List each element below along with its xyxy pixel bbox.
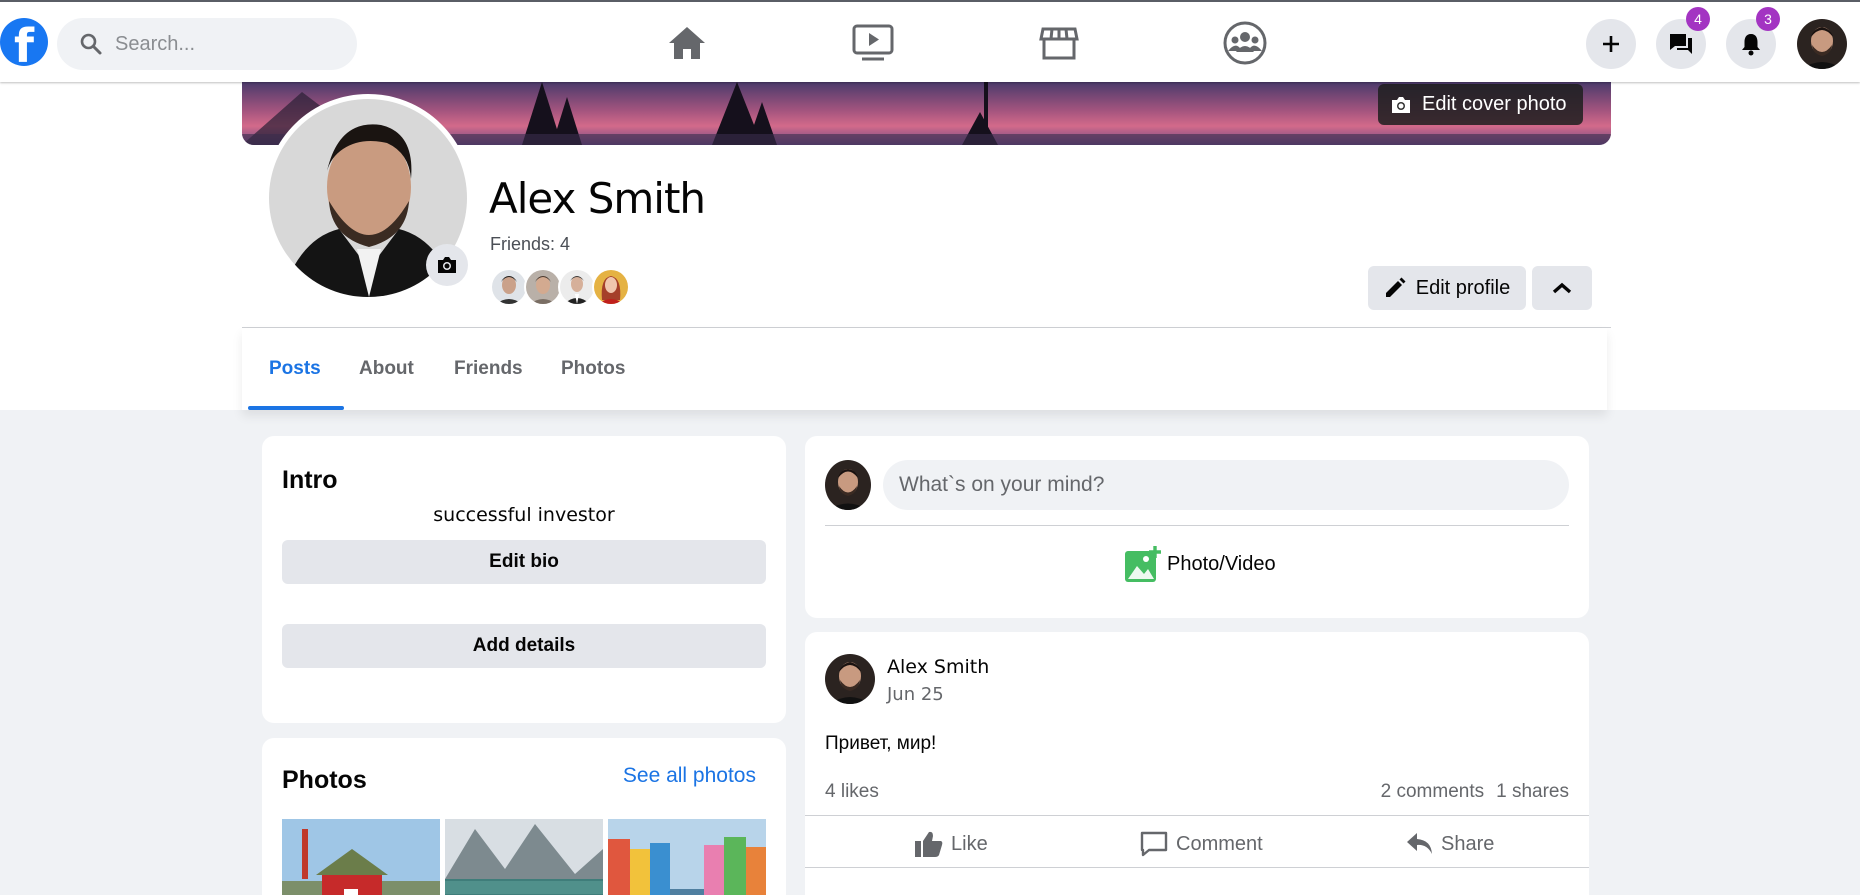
groups-icon — [1223, 21, 1267, 65]
messages-badge: 4 — [1686, 7, 1710, 31]
tab-about[interactable]: About — [359, 358, 414, 380]
photos-card: Photos See all photos — [262, 738, 786, 895]
edit-profile-button[interactable]: Edit profile — [1368, 266, 1526, 310]
photo-thumbnail[interactable] — [282, 819, 440, 895]
photos-title: Photos — [282, 766, 367, 794]
post-likes-count[interactable]: 4 likes — [825, 781, 879, 803]
home-icon — [669, 27, 705, 59]
profile-tabs: Posts About Friends Photos — [242, 328, 1607, 410]
post-comments-count[interactable]: 2 comments — [1381, 781, 1484, 803]
composer-divider — [825, 525, 1569, 526]
share-label: Share — [1441, 832, 1495, 855]
bell-icon — [1742, 34, 1760, 56]
friend-avatar[interactable] — [524, 268, 562, 306]
tab-friends[interactable]: Friends — [454, 358, 523, 380]
plus-icon — [1603, 36, 1619, 52]
see-all-photos-link[interactable]: See all photos — [623, 764, 756, 788]
edit-cover-photo-label: Edit cover photo — [1422, 93, 1567, 115]
comment-label: Comment — [1176, 832, 1263, 855]
photo-add-icon — [1125, 546, 1161, 582]
post-date[interactable]: Jun 25 — [887, 684, 944, 705]
active-tab-indicator — [248, 406, 344, 410]
post-text: Привет, мир! — [825, 733, 937, 754]
messenger-button[interactable]: 4 — [1656, 7, 1710, 69]
chevron-up-icon — [1552, 282, 1572, 294]
facebook-logo-icon[interactable]: f — [0, 18, 48, 66]
tab-posts[interactable]: Posts — [269, 358, 321, 380]
chat-icon — [1670, 34, 1692, 54]
account-avatar[interactable] — [1797, 19, 1847, 69]
thumbs-up-icon — [915, 831, 943, 857]
whats-on-your-mind-input[interactable] — [883, 460, 1569, 510]
edit-profile-label: Edit profile — [1415, 276, 1511, 299]
post-author-name[interactable]: Alex Smith — [887, 656, 989, 678]
intro-card: Intro successful investor Edit bio Add d… — [262, 436, 786, 723]
notifications-button[interactable]: 3 — [1726, 7, 1780, 69]
post-composer: Photo/Video — [805, 436, 1589, 618]
home-nav-button[interactable] — [662, 18, 712, 68]
marketplace-nav-button[interactable] — [1034, 18, 1084, 68]
marketplace-icon — [1039, 27, 1079, 60]
share-icon — [1407, 833, 1432, 854]
watch-nav-button[interactable] — [848, 18, 898, 68]
groups-nav-button[interactable] — [1220, 18, 1270, 68]
comment-button[interactable]: Comment — [1140, 824, 1263, 864]
friend-avatar[interactable] — [592, 268, 630, 306]
intro-title: Intro — [282, 466, 338, 494]
photo-thumbnail[interactable] — [445, 819, 603, 895]
friend-avatar[interactable] — [490, 268, 528, 306]
composer-avatar — [825, 460, 871, 510]
post-shares-count[interactable]: 1 shares — [1496, 781, 1569, 803]
edit-cover-photo-button[interactable]: Edit cover photo — [1378, 84, 1583, 125]
like-button[interactable]: Like — [915, 824, 988, 864]
camera-icon — [1392, 96, 1410, 113]
top-navigation-bar: f 4 3 — [0, 0, 1860, 82]
profile-name: Alex Smith — [489, 174, 706, 223]
add-details-button[interactable]: Add details — [282, 624, 766, 668]
create-button[interactable] — [1586, 19, 1636, 69]
search-box[interactable] — [57, 18, 357, 70]
post-bottom-divider — [805, 867, 1589, 868]
post-author-avatar[interactable] — [825, 654, 875, 704]
friend-avatars — [490, 268, 630, 306]
tab-photos[interactable]: Photos — [561, 358, 625, 380]
pencil-icon — [1385, 277, 1406, 297]
like-label: Like — [951, 832, 988, 855]
comment-icon — [1140, 831, 1168, 857]
post-card: Alex Smith Jun 25 Привет, мир! 4 likes 2… — [805, 632, 1589, 895]
post-engagement-counts: 2 comments 1 shares — [1381, 781, 1569, 803]
share-button[interactable]: Share — [1407, 824, 1494, 864]
photo-video-label: Photo/Video — [1167, 552, 1276, 575]
friends-count: Friends: 4 — [490, 234, 571, 254]
photo-video-button[interactable]: Photo/Video — [1125, 546, 1276, 582]
notifications-badge: 3 — [1756, 7, 1780, 31]
video-icon — [852, 24, 894, 61]
bio-text: successful investor — [433, 504, 615, 526]
search-input[interactable] — [115, 18, 345, 70]
edit-bio-button[interactable]: Edit bio — [282, 540, 766, 584]
camera-icon — [438, 257, 456, 273]
friend-avatar[interactable] — [558, 268, 596, 306]
photo-thumbnail[interactable] — [608, 819, 766, 895]
change-profile-picture-button[interactable] — [426, 244, 468, 286]
search-icon — [80, 33, 102, 55]
collapse-button[interactable] — [1532, 266, 1592, 310]
avatar-image — [1797, 19, 1847, 69]
post-divider — [805, 815, 1589, 816]
